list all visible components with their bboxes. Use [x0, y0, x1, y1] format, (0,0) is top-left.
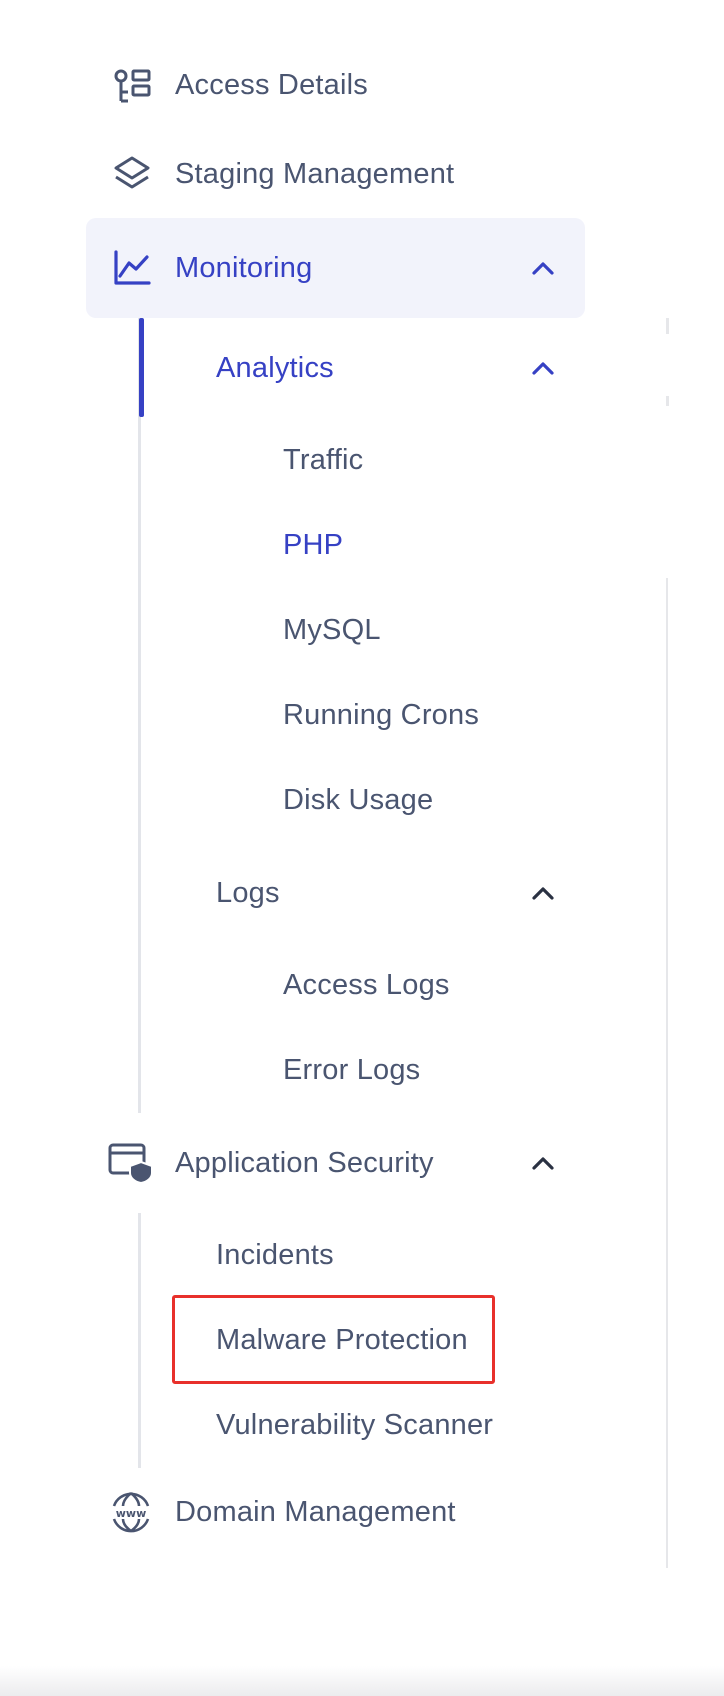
nav-subitem-label: Malware Protection [216, 1323, 468, 1356]
nav-leaf-running-crons[interactable]: Running Crons [283, 692, 479, 738]
nav-leaf-label: Running Crons [283, 698, 480, 731]
nav-subitem-vulnerability-scanner[interactable]: Vulnerability Scanner [216, 1402, 493, 1448]
nav-leaf-label: PHP [283, 528, 344, 561]
app-security-tree-line [138, 1213, 141, 1468]
bottom-shadow [0, 1666, 724, 1696]
nav-item-domain-management[interactable]: www Domain Management [108, 1489, 456, 1535]
edge-mark [666, 318, 669, 334]
nav-leaf-mysql[interactable]: MySQL [283, 607, 381, 653]
nav-leaf-label: Error Logs [283, 1053, 421, 1086]
nav-item-label: Access Details [175, 68, 368, 101]
line-chart-icon [112, 249, 152, 292]
nav-leaf-disk-usage[interactable]: Disk Usage [283, 777, 433, 823]
chevron-up-icon[interactable] [530, 260, 556, 276]
access-details-icon [112, 68, 152, 109]
nav-item-label: Application Security [175, 1146, 434, 1179]
nav-subitem-label: Analytics [216, 351, 334, 384]
nav-leaf-traffic[interactable]: Traffic [283, 437, 363, 483]
nav-leaf-label: Disk Usage [283, 783, 434, 816]
nav-item-label: Staging Management [175, 157, 455, 190]
www-globe-icon: www [108, 1491, 154, 1538]
svg-text:www: www [116, 1507, 147, 1520]
layers-icon [112, 155, 152, 198]
nav-leaf-access-logs[interactable]: Access Logs [283, 962, 450, 1008]
nav-subitem-logs[interactable]: Logs [216, 870, 568, 916]
nav-leaf-php[interactable]: PHP [283, 522, 343, 568]
nav-leaf-label: Access Logs [283, 968, 450, 1001]
nav-subitem-malware-protection[interactable]: Malware Protection [216, 1317, 468, 1363]
nav-leaf-label: MySQL [283, 613, 381, 646]
monitoring-tree-line [138, 318, 141, 1113]
nav-item-access-details[interactable]: Access Details [108, 62, 368, 108]
nav-leaf-label: Traffic [283, 443, 364, 476]
nav-subitem-analytics[interactable]: Analytics [216, 345, 568, 391]
nav-subitem-label: Vulnerability Scanner [216, 1408, 494, 1441]
content-divider [666, 578, 668, 1568]
nav-item-application-security[interactable]: Application Security [108, 1140, 568, 1186]
chevron-up-icon[interactable] [530, 360, 556, 376]
nav-subitem-label: Incidents [216, 1238, 334, 1271]
edge-mark [666, 396, 669, 406]
nav-item-monitoring[interactable]: Monitoring [108, 245, 568, 291]
app-shield-icon [108, 1142, 154, 1189]
nav-subitem-incidents[interactable]: Incidents [216, 1232, 334, 1278]
nav-item-label: Domain Management [175, 1495, 456, 1528]
nav-subitem-label: Logs [216, 876, 280, 909]
nav-item-staging-management[interactable]: Staging Management [108, 151, 454, 197]
chevron-up-icon[interactable] [530, 1155, 556, 1171]
nav-leaf-error-logs[interactable]: Error Logs [283, 1047, 420, 1093]
chevron-up-icon[interactable] [530, 885, 556, 901]
nav-item-label: Monitoring [175, 251, 313, 284]
active-indicator [139, 318, 144, 417]
